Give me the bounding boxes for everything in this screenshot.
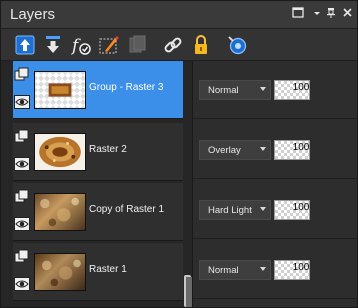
- layer-group-icon[interactable]: [14, 67, 30, 83]
- menu-dropdown-icon[interactable]: [310, 7, 324, 21]
- layer-properties-row: Hard Light 100: [193, 181, 358, 239]
- disabled-layer-icon: [125, 33, 149, 57]
- blend-mode-value: Normal: [208, 265, 239, 276]
- eye-icon[interactable]: [14, 157, 30, 171]
- blend-mode-value: Overlay: [208, 145, 241, 156]
- visibility-toggle-icon[interactable]: [225, 33, 249, 57]
- link-icon[interactable]: [161, 33, 185, 57]
- layer-list: Group - Raster 3 Raster 2 Copy of Raster…: [1, 61, 191, 307]
- opacity-field[interactable]: 100: [274, 260, 310, 280]
- merge-down-icon[interactable]: [41, 33, 65, 57]
- layer-row[interactable]: Group - Raster 3: [1, 61, 191, 119]
- palette-title-bar[interactable]: Layers: [1, 1, 357, 29]
- blend-mode-dropdown[interactable]: Overlay: [199, 140, 271, 160]
- lock-icon[interactable]: [189, 33, 213, 57]
- chevron-down-icon: [260, 207, 266, 211]
- svg-text:f: f: [70, 36, 81, 56]
- layer-row[interactable]: Raster 1: [1, 243, 191, 301]
- eye-icon[interactable]: [14, 277, 30, 291]
- palette-title: Layers: [10, 6, 56, 23]
- layer-properties-column: Normal 100 Overlay 100 Hard Light 100 No…: [192, 61, 358, 307]
- layer-name: Group - Raster 3: [89, 82, 164, 93]
- layer-name: Raster 2: [89, 144, 127, 155]
- layer-row[interactable]: Copy of Raster 1: [1, 183, 191, 241]
- opacity-value: 100: [292, 262, 310, 273]
- layer-group-icon[interactable]: [14, 189, 30, 205]
- blend-mode-value: Normal: [208, 85, 239, 96]
- blend-mode-dropdown[interactable]: Hard Light: [199, 200, 271, 220]
- layers-toolbar: f: [1, 29, 357, 61]
- layer-properties-row: Normal 100: [193, 241, 358, 299]
- layer-row[interactable]: Raster 2: [1, 123, 191, 181]
- layer-group-icon[interactable]: [14, 129, 30, 145]
- blend-mode-value: Hard Light: [208, 205, 252, 216]
- layer-properties-row: Overlay 100: [193, 121, 358, 179]
- maximize-icon[interactable]: [291, 7, 305, 21]
- layer-thumbnail: [34, 71, 86, 109]
- layers-palette: Layers f Group - Raster 3 Raster 2 Copy …: [0, 0, 358, 308]
- opacity-value: 100: [292, 82, 310, 93]
- eye-icon[interactable]: [14, 95, 30, 109]
- opacity-field[interactable]: 100: [274, 80, 310, 100]
- opacity-value: 100: [292, 202, 310, 213]
- layer-name: Raster 1: [89, 264, 127, 275]
- layer-list-scrollbar[interactable]: [183, 61, 192, 307]
- layer-name: Copy of Raster 1: [89, 204, 165, 215]
- eye-icon[interactable]: [14, 217, 30, 231]
- layer-properties-row: Normal 100: [193, 61, 358, 119]
- layer-thumbnail: [34, 193, 86, 231]
- layer-style-icon[interactable]: [97, 33, 121, 57]
- chevron-down-icon: [260, 87, 266, 91]
- opacity-value: 100: [292, 142, 310, 153]
- blend-mode-dropdown[interactable]: Normal: [199, 80, 271, 100]
- blend-mode-dropdown[interactable]: Normal: [199, 260, 271, 280]
- pin-icon[interactable]: [324, 7, 338, 21]
- layer-effects-icon[interactable]: f: [69, 33, 93, 57]
- chevron-down-icon: [260, 147, 266, 151]
- resize-grip[interactable]: [186, 277, 192, 307]
- new-raster-layer-icon[interactable]: [13, 33, 37, 57]
- opacity-field[interactable]: 100: [274, 200, 310, 220]
- chevron-down-icon: [260, 267, 266, 271]
- close-icon[interactable]: [340, 7, 354, 21]
- layer-group-icon[interactable]: [14, 249, 30, 265]
- opacity-field[interactable]: 100: [274, 140, 310, 160]
- layer-thumbnail: [34, 133, 86, 171]
- layer-thumbnail: [34, 253, 86, 291]
